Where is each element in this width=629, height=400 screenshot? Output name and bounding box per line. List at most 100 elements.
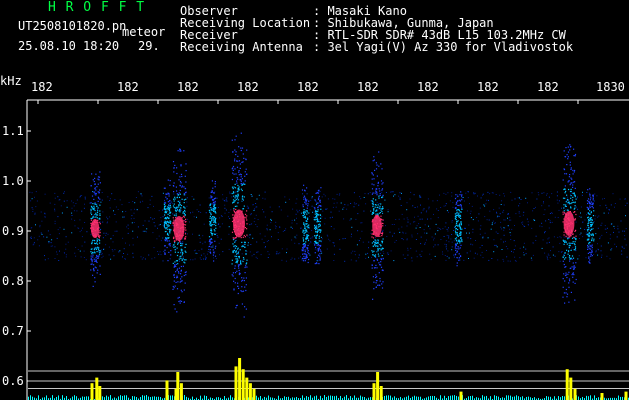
meteor-pixel: [454, 247, 456, 249]
noise-pixel: [415, 239, 417, 240]
meteor-pixel: [304, 230, 306, 232]
meteor-pixel: [568, 176, 570, 178]
noise-pixel: [107, 196, 109, 198]
meteor-pixel: [93, 249, 95, 251]
meteor-pixel: [97, 248, 100, 250]
noise-pixel: [497, 259, 499, 261]
meteor-pixel: [377, 241, 379, 243]
noise-pixel: [433, 239, 434, 241]
noise-pixel: [450, 238, 452, 240]
noise-pixel: [585, 234, 587, 235]
noise-pixel: [281, 248, 283, 250]
noise-pixel: [229, 193, 231, 195]
meteor-pixel: [587, 233, 589, 235]
meteor-pixel: [213, 260, 215, 262]
noise-pixel: [274, 225, 276, 227]
meteor-pixel: [371, 264, 373, 266]
meteor-pixel: [567, 253, 569, 255]
noise-pixel: [121, 204, 123, 206]
meteor-pixel: [317, 229, 319, 231]
noise-pixel: [270, 219, 272, 221]
noise-pixel: [598, 215, 600, 217]
noise-pixel: [495, 231, 497, 233]
baseline-noise-bar: [350, 396, 351, 400]
meteor-pixel: [211, 217, 213, 219]
meteor-pixel: [574, 241, 576, 243]
meteor-pixel: [377, 204, 379, 206]
noise-pixel: [545, 220, 547, 222]
spectrogram-plot: [26, 99, 629, 400]
noise-pixel: [37, 239, 39, 241]
baseline-noise-bar: [314, 396, 315, 400]
noise-pixel: [331, 216, 333, 218]
noise-pixel: [493, 209, 495, 211]
meteor-pixel: [587, 202, 589, 205]
meteor-pixel: [179, 185, 181, 187]
meteor-pixel: [168, 217, 170, 219]
baseline-noise-bar: [472, 395, 473, 400]
noise-pixel: [296, 217, 297, 219]
meteor-pixel: [456, 248, 458, 250]
noise-pixel: [235, 197, 237, 199]
noise-pixel: [411, 260, 413, 262]
meteor-pixel: [461, 207, 463, 209]
datetime-label: 25.08.10 18:20: [18, 39, 120, 53]
meteor-pixel: [587, 220, 590, 222]
baseline-noise-bar: [434, 396, 435, 400]
meteor-pixel: [180, 255, 182, 257]
meteor-pixel: [180, 269, 182, 271]
meteor-pixel: [572, 268, 575, 270]
noise-pixel: [142, 257, 144, 259]
meteor-pixel: [170, 250, 172, 252]
noise-pixel: [140, 194, 142, 196]
meteor-pixel: [170, 229, 172, 231]
noise-pixel: [578, 255, 580, 257]
meteor-pixel: [588, 218, 590, 221]
meteor-pixel: [572, 262, 574, 264]
noise-pixel: [134, 208, 135, 210]
noise-pixel: [480, 225, 482, 227]
noise-pixel: [105, 244, 107, 246]
noise-pixel: [295, 213, 297, 215]
noise-pixel: [265, 246, 266, 248]
meteor-pixel: [212, 216, 214, 218]
noise-pixel: [251, 195, 253, 197]
meteor-pixel: [564, 185, 566, 187]
echo-power-bar: [176, 372, 180, 400]
meteor-pixel: [460, 211, 462, 213]
noise-pixel: [419, 227, 421, 228]
meteor-pixel: [94, 277, 96, 279]
baseline-noise-bar: [518, 396, 519, 400]
noise-pixel: [392, 235, 393, 237]
noise-pixel: [382, 230, 384, 232]
meteor-pixel: [244, 243, 246, 245]
noise-pixel: [489, 210, 491, 212]
noise-pixel: [141, 258, 143, 260]
noise-pixel: [201, 248, 203, 250]
noise-pixel: [448, 257, 450, 259]
noise-pixel: [336, 202, 338, 204]
meteor-pixel: [371, 188, 374, 190]
meteor-pixel: [457, 195, 459, 198]
noise-pixel: [415, 250, 417, 252]
noise-pixel: [82, 227, 83, 229]
meteor-pixel: [305, 238, 307, 241]
noise-pixel: [182, 238, 184, 240]
noise-pixel: [504, 195, 505, 197]
meteor-pixel: [164, 214, 166, 216]
noise-pixel: [464, 227, 465, 229]
meteor-pixel: [592, 215, 595, 217]
noise-pixel: [618, 231, 620, 233]
noise-pixel: [35, 206, 37, 208]
meteor-pixel: [303, 216, 305, 218]
meteor-pixel: [459, 204, 461, 206]
meteor-pixel: [244, 236, 246, 238]
meteor-pixel: [588, 248, 590, 250]
noise-pixel: [160, 220, 162, 222]
noise-pixel: [251, 255, 253, 257]
noise-pixel: [511, 199, 513, 201]
noise-pixel: [54, 197, 56, 199]
noise-pixel: [266, 229, 268, 231]
meteor-pixel: [243, 157, 245, 159]
meteor-pixel: [173, 198, 175, 200]
